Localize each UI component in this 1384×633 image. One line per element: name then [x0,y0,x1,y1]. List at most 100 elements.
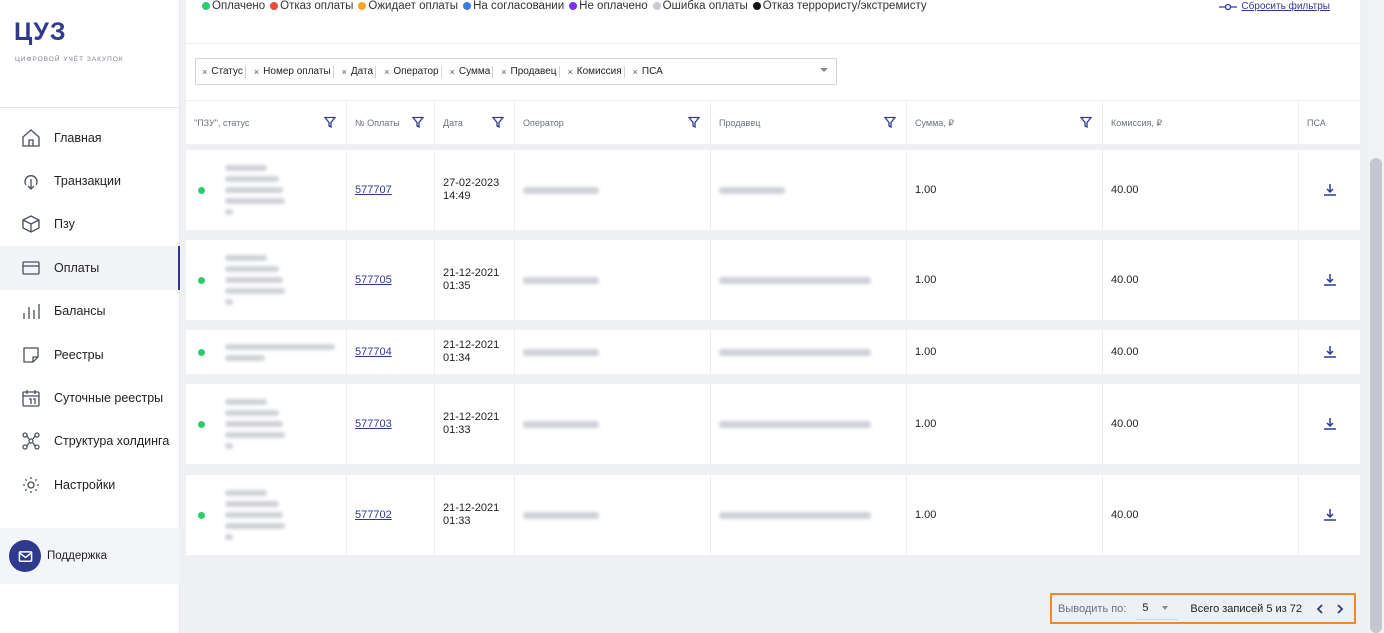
download-icon[interactable] [1323,183,1337,197]
column-header-seller: Продавец [711,101,907,145]
table-row[interactable]: 577702 21-12-2021 01:33 1.00 40.00 [186,475,1360,555]
remove-chip-button[interactable]: × [633,67,638,77]
next-page-button[interactable] [1330,598,1350,620]
date-value: 21-12-2021 01:33 [443,411,500,436]
pay-no-cell: 577704 [347,330,435,374]
download-icon[interactable] [1323,417,1337,431]
reset-filters-link[interactable]: Сбросить фильтры [1219,1,1330,12]
status-dot [463,2,472,10]
download-icon[interactable] [1323,508,1337,522]
status-dot [198,186,205,194]
sidebar-item-pzu[interactable]: Пзу [0,203,180,246]
legend-label: Не оплачено [579,0,648,12]
redacted-seller [719,420,871,428]
payment-link[interactable]: 577702 [355,509,392,521]
status-dot [198,511,205,519]
status-dot [198,420,205,428]
download-icon[interactable] [1323,345,1337,359]
mail-icon [9,540,41,572]
column-label: Дата [443,118,463,128]
sidebar-item-holding-structure[interactable]: Структура холдинга [0,420,180,463]
sum-cell: 1.00 [907,384,1103,464]
support-button[interactable]: Поддержка [0,528,180,584]
remove-chip-button[interactable]: × [450,67,455,77]
filter-icon[interactable] [491,116,505,129]
per-page-select[interactable]: 5 [1136,598,1179,620]
divider [186,43,1360,44]
column-header-psa: ПСА [1299,101,1360,145]
sidebar-item-transactions[interactable]: Транзакции [0,159,180,202]
remove-chip-button[interactable]: × [342,67,347,77]
redacted-seller [719,186,785,194]
status-dot [202,2,210,10]
remove-chip-button[interactable]: × [568,67,573,77]
filter-icon[interactable] [1079,116,1093,129]
legend-label: Ожидает оплаты [368,0,459,12]
sum-value: 1.00 [915,274,937,286]
seller-cell [711,475,907,555]
legend-item: Не оплачено [569,0,648,12]
operator-cell [515,384,711,464]
reset-filter-icon [1219,3,1238,10]
filter-icon[interactable] [323,116,337,129]
payment-link[interactable]: 577705 [355,274,392,286]
logo-subtitle: цифровой учёт закупок [15,56,124,63]
commission-value: 40.00 [1111,509,1139,521]
sidebar-item-label: Транзакции [54,174,122,189]
sidebar-item-registries[interactable]: Реестры [0,333,180,376]
filter-icon[interactable] [883,116,897,129]
redacted-pzu [225,341,335,363]
main-content: Оплачено Отказ оплаты Ожидает оплаты На … [186,0,1360,633]
status-legend: Оплачено Отказ оплаты Ожидает оплаты На … [202,0,932,12]
commission-cell: 40.00 [1103,475,1299,555]
sidebar-item-home[interactable]: Главная [0,116,180,159]
legend-label: Отказ оплаты [280,0,354,12]
column-filter-select[interactable]: × Статус × Номер оплаты × Дата × Оператор × С… [195,58,837,85]
prev-page-button[interactable] [1310,598,1330,620]
sum-cell: 1.00 [907,475,1103,555]
status-dot [752,2,761,10]
sidebar-item-label: Пзу [54,217,75,232]
date-cell: 21-12-2021 01:33 [435,384,515,464]
seller-cell [711,240,907,320]
scrollbar-thumb[interactable] [1370,158,1382,633]
table-row[interactable]: 577703 21-12-2021 01:33 1.00 40.00 [186,384,1360,464]
status-cell [186,475,347,555]
sidebar-item-label: Суточные реестры [54,391,164,406]
sidebar: ЦУЗ цифровой учёт закупок Главная Транза… [0,0,180,633]
sidebar-item-balances[interactable]: Балансы [0,290,180,333]
chip-label: Сумма [458,66,491,77]
table-row[interactable]: 577707 27-02-2023 14:49 1.00 40.00 [186,150,1360,230]
filter-icon[interactable] [411,116,425,129]
remove-chip-button[interactable]: × [202,67,207,77]
date-cell: 27-02-2023 14:49 [435,150,515,230]
sidebar-item-payments[interactable]: Оплаты [0,246,180,290]
status-dot [198,348,205,356]
filter-icon[interactable] [687,116,701,129]
redacted-seller [719,276,871,284]
status-dot [270,2,279,10]
table-row[interactable]: 577704 21-12-2021 01:34 1.00 40.00 [186,330,1360,374]
gear-icon [20,474,42,496]
sum-value: 1.00 [915,418,937,430]
remove-chip-button[interactable]: × [501,67,506,77]
payment-link[interactable]: 577707 [355,184,392,196]
payment-link[interactable]: 577704 [355,346,392,358]
table-row[interactable]: 577705 21-12-2021 01:35 1.00 40.00 [186,240,1360,320]
commission-value: 40.00 [1111,184,1139,196]
bars-icon [20,300,42,322]
chip-label: Номер оплаты [263,66,331,77]
reset-filters-label: Сбросить фильтры [1241,1,1330,12]
pay-no-cell: 577705 [347,240,435,320]
sidebar-item-settings[interactable]: Настройки [0,463,180,506]
remove-chip-button[interactable]: × [384,67,389,77]
logo-title: ЦУЗ [14,18,67,46]
support-label: Поддержка [47,550,107,562]
sidebar-item-daily-registries[interactable]: Суточные реестры [0,376,180,419]
payment-link[interactable]: 577703 [355,418,392,430]
vertical-scrollbar[interactable] [1368,0,1384,633]
redacted-operator [523,348,599,356]
sidebar-item-label: Оплаты [54,260,100,275]
remove-chip-button[interactable]: × [254,67,259,77]
download-icon[interactable] [1323,273,1337,287]
